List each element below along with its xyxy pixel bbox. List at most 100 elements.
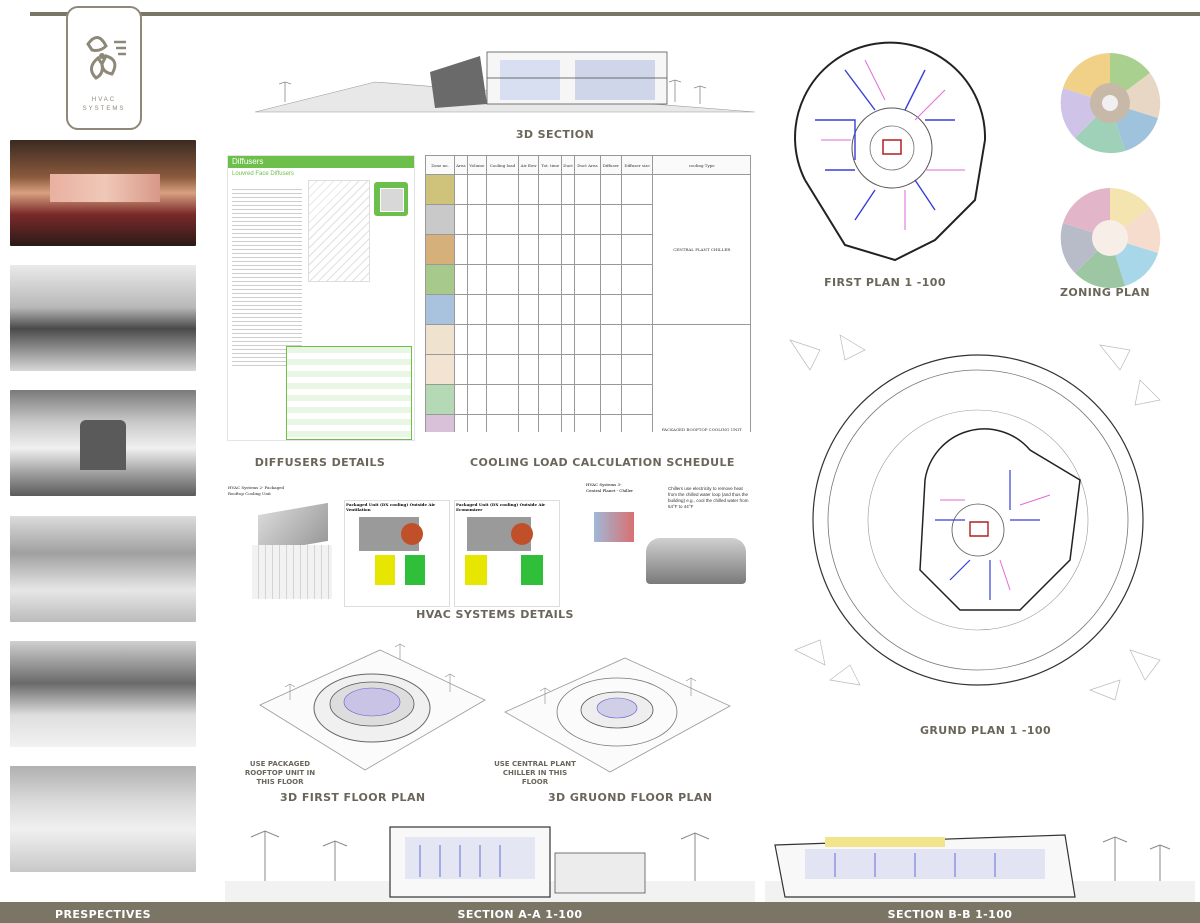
hvac-right-caption: HVAC Systems 3- Central Planet - Chiller [586,482,634,493]
table-cell [538,354,563,385]
table-cell [485,384,519,415]
table-cell [485,324,519,355]
cooling-load-table: Zone no. Area Volume Cooling load Air flow To… [425,155,751,432]
table-cell [517,384,540,415]
table-cell [538,204,563,235]
hvac-panel-right: HVAC Systems 3- Central Planet - Chiller… [586,482,752,602]
table-cell [466,174,487,205]
table-cell [485,354,519,385]
table-cell [561,204,575,235]
diffuser-header: Diffusers [228,156,414,168]
table-cell [517,174,540,205]
table-cell [454,414,468,432]
table-cell [454,354,468,385]
table-cell [561,234,575,265]
table-cell [538,264,563,295]
table-cell [620,264,654,295]
table-cell [517,354,540,385]
table-cell [454,324,468,355]
table-cell [573,354,601,385]
table-cell [620,174,654,205]
table-cell [466,264,487,295]
table-row: CENTRAL PLANT CHILLER [425,174,751,325]
ground-plan-heading: GRUND PLAN 1 -100 [920,724,1052,737]
table-cell [425,174,455,205]
section-aa-drawing [225,826,755,902]
table-cell [425,204,455,235]
table-cell [425,294,455,325]
hvac-mid2-caption: Packaged Unit (DX cooling) Outside Air E… [456,502,546,512]
table-cell [517,234,540,265]
header-line [30,12,1200,16]
table-cell [599,354,622,385]
table-cell [485,234,519,265]
floor3d-first-heading: 3D FIRST FLOOR PLAN [280,791,426,804]
cooling-type-cell: PACKAGED ROOFTOP COOLING UNIT [652,324,751,432]
table-cell [485,294,519,325]
table-cell [620,324,654,355]
perspective-theater [10,140,196,246]
table-cell [485,204,519,235]
ground-plan-drawing [770,320,1190,715]
hvac-panel-mid1: Packaged Unit (DX cooling) Outside Air V… [344,500,450,607]
perspective-exhibit [10,641,196,747]
section-bb-drawing [765,834,1195,902]
table-cell [466,324,487,355]
floor-3d-ground-drawing [504,657,731,773]
table-cell [517,324,540,355]
table-cell [485,264,519,295]
table-cell [599,414,622,432]
table-cell [454,234,468,265]
table-cell [517,294,540,325]
hvac-panel-mid2: Packaged Unit (DX cooling) Outside Air E… [454,500,560,607]
table-cell [425,354,455,385]
table-cell [573,174,601,205]
zoning-plan-bottom [1060,188,1161,289]
diffuser-subtitle: Louvred Face Diffusers [232,171,294,177]
table-cell [538,324,563,355]
table-cell [538,234,563,265]
table-cell [573,324,601,355]
table-cell [561,324,575,355]
hvac-panel-left: HVAC Systems 2- Packaged Rooftop Cooling… [228,485,336,605]
table-cell [620,234,654,265]
table-cell [485,174,519,205]
table-cell [573,264,601,295]
table-cell [425,324,455,355]
first-plan-heading: FIRST PLAN 1 -100 [824,276,946,289]
fan-logo-icon [86,36,126,80]
table-cell [573,414,601,432]
diffuser-title: Diffusers [232,157,264,166]
diffusers-heading: DIFFUSERS DETAILS [254,456,386,469]
perspective-hall [10,516,196,622]
table-cell [599,384,622,415]
table-cell [466,384,487,415]
perspective-staircase [10,390,196,496]
table-cell [620,354,654,385]
hvac-chiller-note: Chillers use electricity to remove heat … [668,486,749,509]
table-cell [599,324,622,355]
hvac-mid1-caption: Packaged Unit (DX cooling) Outside Air V… [346,502,436,512]
hvac-heading: HVAC SYSTEMS DETAILS [416,608,574,621]
prespectives-heading: PRESPECTIVES [55,908,151,921]
note-rooftop: USE PACKAGED ROOFTOP UNIT IN THIS FLOOR [244,760,316,786]
table-cell [425,234,455,265]
table-cell [538,384,563,415]
table-cell [454,294,468,325]
table-cell [620,384,654,415]
table-cell [425,264,455,295]
table-cell [561,174,575,205]
table-cell [573,294,601,325]
table-cell [561,354,575,385]
section-bb-heading: SECTION B-B 1-100 [887,908,1013,921]
table-cell [466,204,487,235]
table-cell [599,174,622,205]
table-cell [561,414,575,432]
zoning-heading: ZONING PLAN [1060,286,1150,299]
table-cell [573,234,601,265]
zoning-plan-top [1060,53,1161,154]
table-cell [538,174,563,205]
floor-3d-first-drawing [259,643,486,771]
table-cell [538,414,563,432]
floor3d-ground-heading: 3D GRUOND FLOOR PLAN [548,791,713,804]
